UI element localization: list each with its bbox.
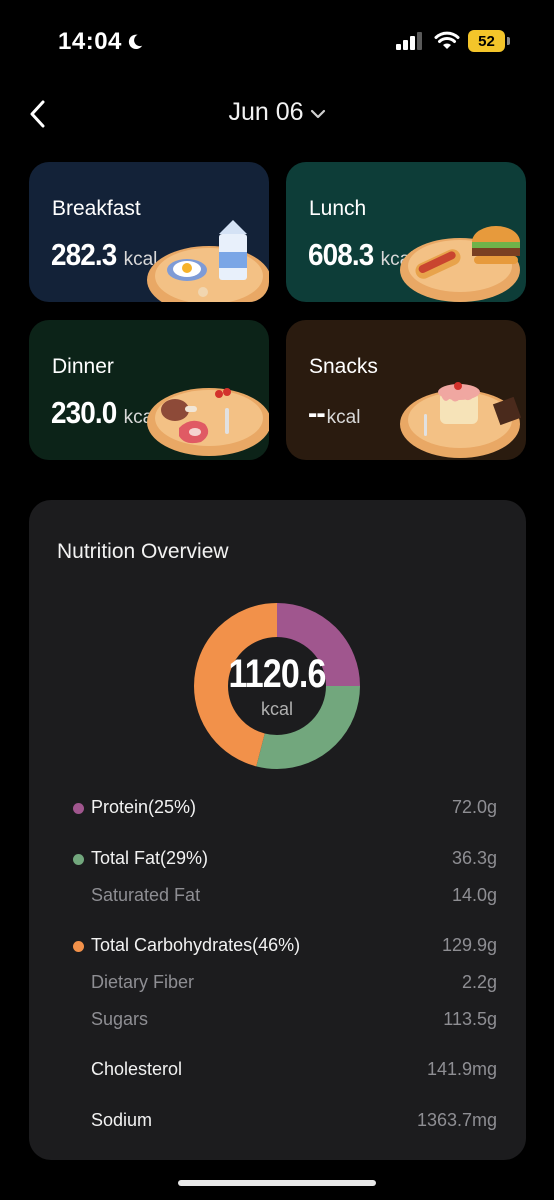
meal-name: Dinner [52, 355, 114, 378]
wifi-icon [434, 31, 460, 49]
nutrient-row-total-fat: Total Fat(29%) 36.3g [29, 844, 526, 874]
nutrient-row-saturated-fat: Saturated Fat 14.0g [29, 881, 526, 911]
donut-center: 1120.6 kcal [193, 602, 361, 770]
meal-name: Breakfast [52, 197, 141, 220]
date-label: Jun 06 [228, 98, 304, 126]
meal-name: Snacks [309, 355, 378, 378]
home-indicator[interactable] [178, 1180, 376, 1186]
nutrient-label: Sodium [91, 1110, 153, 1130]
nutrient-amount: 14.0g [451, 885, 497, 905]
meal-value: -- [308, 395, 326, 430]
nutrient-row-sugars: Sugars 113.5g [29, 1005, 526, 1035]
meal-value: 230.0 [51, 395, 117, 430]
meal-card-dinner[interactable]: Dinner 230.0 kcal [29, 320, 269, 460]
nutrient-amount: 72.0g [451, 797, 497, 817]
meal-card-breakfast[interactable]: Breakfast 282.3 kcal [29, 162, 269, 302]
dinner-food-icon [147, 388, 269, 456]
date-selector[interactable]: Jun 06 [0, 98, 554, 127]
nutrient-row-sodium: Sodium 1363.7mg [29, 1106, 526, 1136]
meal-card-lunch[interactable]: Lunch 608.3 kcal [286, 162, 526, 302]
status-time: 14:04 [58, 28, 144, 56]
cellular-signal-icon [396, 32, 422, 50]
moon-icon [128, 34, 143, 50]
nutrient-label: Sugars [91, 1009, 149, 1029]
meal-calories: -- kcal [308, 395, 360, 431]
lunch-food-icon [400, 226, 520, 302]
nutrient-label: Cholesterol [91, 1059, 183, 1079]
nutrient-amount: 36.3g [451, 848, 497, 868]
nutrient-row-dietary-fiber: Dietary Fiber 2.2g [29, 968, 526, 998]
chevron-down-icon [310, 109, 325, 118]
protein-dot [73, 803, 84, 814]
nutrient-label: Total Fat(29%) [91, 848, 209, 868]
panel-title: Nutrition Overview [57, 540, 229, 563]
meal-value: 282.3 [51, 237, 117, 272]
nutrient-label: Total Carbohydrates(46%) [91, 935, 301, 955]
nutrient-row-carbohydrates: Total Carbohydrates(46%) 129.9g [29, 931, 526, 961]
nutrient-label: Dietary Fiber [91, 972, 195, 992]
nutrient-label: Saturated Fat [91, 885, 201, 905]
meal-unit: kcal [326, 407, 361, 428]
nutrient-row-cholesterol: Cholesterol 141.9mg [29, 1055, 526, 1085]
battery-icon: 52 [468, 30, 510, 52]
nutrient-amount: 1363.7mg [416, 1110, 497, 1130]
status-bar: 14:04 52 [0, 0, 554, 80]
nutrient-row-protein: Protein(25%) 72.0g [29, 793, 526, 823]
battery-level: 52 [468, 30, 505, 52]
fat-dot [73, 854, 84, 865]
nutrient-amount: 129.9g [441, 935, 497, 955]
total-unit: kcal [260, 699, 293, 719]
nutrition-overview-panel: Nutrition Overview 1120.6 kcal Protein(2… [29, 500, 526, 1160]
nutrient-label: Protein(25%) [91, 797, 197, 817]
meal-card-snacks[interactable]: Snacks -- kcal [286, 320, 526, 460]
total-calories: 1120.6 [228, 652, 326, 696]
nutrient-amount: 141.9mg [426, 1059, 497, 1079]
nutrient-amount: 113.5g [443, 1009, 497, 1029]
meal-name: Lunch [309, 197, 367, 220]
time-label: 14:04 [58, 28, 122, 55]
meal-value: 608.3 [308, 237, 374, 272]
snacks-food-icon [400, 382, 522, 458]
carbs-dot [73, 941, 84, 952]
nutrient-amount: 2.2g [461, 972, 497, 992]
breakfast-food-icon [147, 220, 269, 302]
